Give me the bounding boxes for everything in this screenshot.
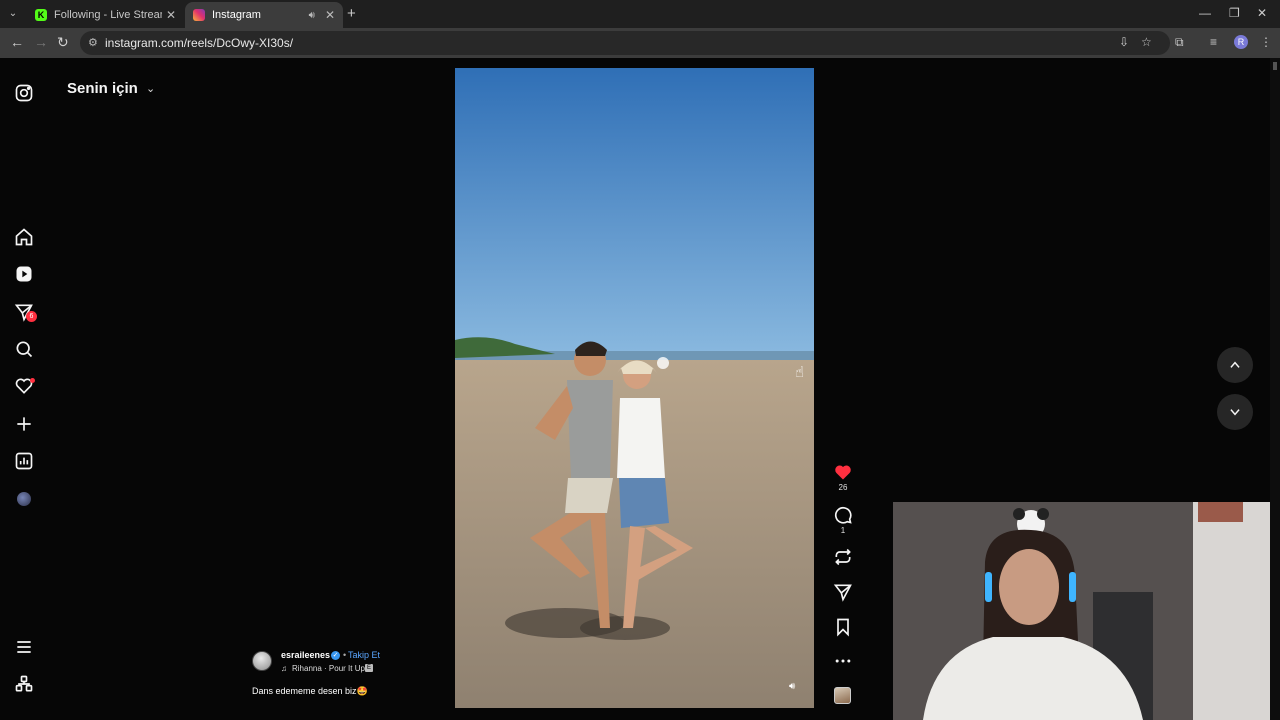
site-info-icon[interactable]: ⚙ (88, 31, 98, 55)
more-options-icon[interactable] (833, 651, 853, 671)
reload-icon[interactable]: ↻ (57, 34, 69, 51)
instagram-logo-icon[interactable] (14, 83, 34, 103)
like-heart-icon[interactable] (833, 462, 853, 482)
explicit-icon: E (365, 664, 373, 672)
browser-tab-bar: ⌄ K Following - Live Streams on Kick ✕ I… (0, 0, 1280, 28)
speaker-icon[interactable]: 🔊︎ (789, 681, 795, 692)
avatar[interactable] (17, 492, 31, 506)
tab-title: Following - Live Streams on Kick (54, 9, 162, 21)
new-tab-button[interactable]: + (347, 5, 356, 22)
chevron-down-icon (1230, 409, 1240, 416)
chevron-up-icon (1230, 361, 1240, 368)
meta-icon[interactable] (14, 674, 34, 694)
music-info[interactable]: Rihanna · Pour It Up (292, 664, 365, 673)
audio-thumbnail[interactable] (834, 687, 851, 704)
search-icon[interactable] (14, 339, 34, 359)
separator-dot: • (343, 650, 347, 660)
speaker-icon[interactable]: 🔊︎ (309, 10, 315, 21)
home-icon[interactable] (14, 227, 34, 247)
webcam-feed (893, 502, 1280, 720)
page-scrollbar[interactable] (1270, 58, 1280, 720)
beach-photo (455, 68, 814, 708)
comment-icon[interactable] (833, 505, 853, 525)
menu-icon[interactable] (14, 637, 34, 657)
instagram-icon (193, 9, 205, 21)
chevron-down-icon[interactable]: ⌄ (146, 82, 155, 95)
back-icon[interactable]: ← (10, 34, 24, 50)
music-note-icon: ♫ (281, 664, 287, 673)
reels-icon[interactable] (14, 264, 34, 284)
reel-caption: Dans edememe desen biz🤩 (252, 686, 368, 696)
feed-title[interactable]: Senin için (67, 80, 138, 97)
browser-toolbar: ← → ↻ ⚙ instagram.com/reels/DcOwy-XI30s/… (0, 28, 1280, 58)
next-reel-button[interactable] (1217, 394, 1253, 430)
webcam-overlay (893, 502, 1280, 720)
reel-video[interactable] (455, 68, 814, 708)
bookmark-star-icon[interactable]: ☆ (1141, 35, 1152, 49)
menu-dots-icon[interactable]: ⋮ (1260, 35, 1272, 49)
instagram-page: Senin için ⌄ 6 🔊︎ ☝ 26 1 esraileenes ✓ •… (0, 58, 1280, 720)
address-bar[interactable]: ⚙ instagram.com/reels/DcOwy-XI30s/ (80, 31, 1170, 55)
minimize-icon[interactable]: — (1199, 6, 1211, 20)
kick-icon: K (35, 9, 47, 21)
scrollbar-thumb[interactable] (1273, 62, 1277, 70)
forward-icon[interactable]: → (34, 34, 48, 50)
author-username[interactable]: esraileenes (281, 650, 330, 660)
url-text: instagram.com/reels/DcOwy-XI30s/ (105, 36, 294, 50)
dashboard-icon[interactable] (14, 451, 34, 471)
close-tab-icon[interactable]: ✕ (325, 8, 335, 22)
profile-avatar[interactable]: R (1234, 35, 1248, 49)
extensions-icon[interactable]: ⧉ (1175, 35, 1184, 50)
tab-kick[interactable]: K Following - Live Streams on Kick ✕ (27, 2, 184, 28)
like-count[interactable]: 26 (826, 483, 860, 492)
save-bookmark-icon[interactable] (833, 617, 853, 637)
tab-title: Instagram (212, 9, 261, 21)
comment-count[interactable]: 1 (826, 526, 860, 535)
tab-instagram[interactable]: Instagram 🔊︎ ✕ (185, 2, 343, 28)
tab-search-chevron-icon[interactable]: ⌄ (4, 5, 22, 23)
repost-icon[interactable] (833, 547, 853, 567)
verified-icon: ✓ (331, 651, 340, 660)
install-app-icon[interactable]: ⇩ (1119, 35, 1129, 49)
share-icon[interactable] (833, 582, 853, 602)
close-window-icon[interactable]: ✕ (1257, 6, 1267, 20)
restore-icon[interactable]: ❐ (1229, 6, 1240, 20)
previous-reel-button[interactable] (1217, 347, 1253, 383)
media-controls-icon[interactable]: ≡ (1210, 35, 1217, 49)
messages-badge: 6 (26, 311, 37, 322)
close-tab-icon[interactable]: ✕ (166, 8, 176, 22)
follow-button[interactable]: Takip Et (348, 650, 380, 660)
author-avatar[interactable] (252, 651, 272, 671)
mouse-cursor: ☝ (795, 364, 805, 381)
plus-icon[interactable] (14, 414, 34, 434)
notification-dot (30, 378, 35, 383)
